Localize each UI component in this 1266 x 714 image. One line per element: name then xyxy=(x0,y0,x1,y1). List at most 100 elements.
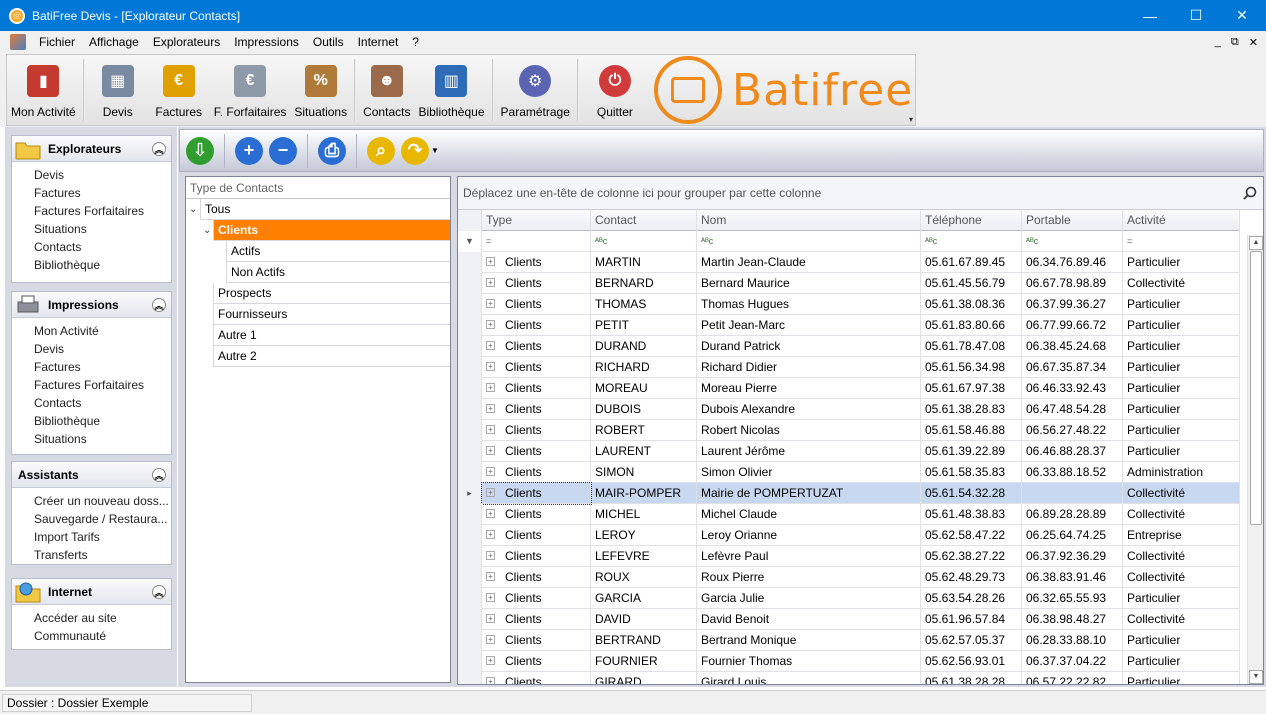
cell-type[interactable]: + Clients xyxy=(482,609,591,630)
cell-telephone[interactable]: 05.61.56.34.98 xyxy=(921,357,1022,378)
cell-type[interactable]: + Clients xyxy=(482,420,591,441)
expand-row-icon[interactable]: + xyxy=(486,488,495,498)
table-row[interactable]: + Clients BERTRAND Bertrand Monique 05.62.57… xyxy=(458,630,1240,651)
tree-node-tous[interactable]: Tous xyxy=(200,199,450,220)
menu-explorateurs[interactable]: Explorateurs xyxy=(146,31,227,53)
cell-portable[interactable]: 06.34.76.89.46 xyxy=(1022,252,1123,273)
tree-node-prospects[interactable]: Prospects xyxy=(213,283,450,304)
cell-activite[interactable]: Particulier xyxy=(1123,252,1240,273)
cell-activite[interactable]: Administration xyxy=(1123,462,1240,483)
expand-row-icon[interactable]: + xyxy=(486,320,495,330)
table-row[interactable]: + Clients MOREAU Moreau Pierre 05.61.67.97.3… xyxy=(458,378,1240,399)
print-icon[interactable]: ⎙ xyxy=(318,136,346,165)
cell-type[interactable]: + Clients xyxy=(482,672,591,684)
cell-portable[interactable]: 06.56.27.48.22 xyxy=(1022,420,1123,441)
cell-portable[interactable]: 06.67.35.87.34 xyxy=(1022,357,1123,378)
cell-nom[interactable]: Richard Didier xyxy=(697,357,921,378)
cell-contact[interactable]: LEFEVRE xyxy=(591,546,697,567)
cell-nom[interactable]: Fournier Thomas xyxy=(697,651,921,672)
cell-nom[interactable]: Bernard Maurice xyxy=(697,273,921,294)
row-indicator[interactable]: ▸ xyxy=(458,483,482,504)
table-row[interactable]: + Clients DAVID David Benoit 05.61.96.57.84 0… xyxy=(458,609,1240,630)
cell-contact[interactable]: BERTRAND xyxy=(591,630,697,651)
cell-telephone[interactable]: 05.61.58.46.88 xyxy=(921,420,1022,441)
cell-activite[interactable]: Collectivité xyxy=(1123,273,1240,294)
column-header-nom[interactable]: Nom xyxy=(697,210,921,231)
expand-row-icon[interactable]: + xyxy=(486,614,495,624)
cell-portable[interactable]: 06.67.78.98.89 xyxy=(1022,273,1123,294)
filter-cell-contact[interactable]: ᴬᴮc xyxy=(591,231,697,252)
cell-telephone[interactable]: 05.61.58.35.83 xyxy=(921,462,1022,483)
row-indicator[interactable] xyxy=(458,336,482,357)
row-indicator[interactable] xyxy=(458,567,482,588)
toolbar-overflow-icon[interactable]: ▾ xyxy=(909,115,913,124)
cell-contact[interactable]: ROUX xyxy=(591,567,697,588)
cell-type[interactable]: + Clients xyxy=(482,399,591,420)
row-indicator[interactable] xyxy=(458,588,482,609)
table-row[interactable]: + Clients ROUX Roux Pierre 05.62.48.29.73 06.… xyxy=(458,567,1240,588)
cell-nom[interactable]: Garcia Julie xyxy=(697,588,921,609)
cell-portable[interactable]: 06.37.99.36.27 xyxy=(1022,294,1123,315)
group-assistants-header[interactable]: Assistants ︽ xyxy=(12,462,171,488)
cell-activite[interactable]: Particulier xyxy=(1123,630,1240,651)
cell-nom[interactable]: Girard Louis xyxy=(697,672,921,684)
cell-nom[interactable]: Leroy Orianne xyxy=(697,525,921,546)
cell-nom[interactable]: Roux Pierre xyxy=(697,567,921,588)
table-row[interactable]: + Clients BERNARD Bernard Maurice 05.61.45.5… xyxy=(458,273,1240,294)
cell-contact[interactable]: PETIT xyxy=(591,315,697,336)
mdi-restore-button[interactable]: ⧉ xyxy=(1231,36,1239,49)
tree-node-autre-2[interactable]: Autre 2 xyxy=(213,346,450,367)
column-header-contact[interactable]: Contact xyxy=(591,210,697,231)
cell-nom[interactable]: Simon Olivier xyxy=(697,462,921,483)
cell-activite[interactable]: Particulier xyxy=(1123,315,1240,336)
row-indicator[interactable] xyxy=(458,378,482,399)
table-row[interactable]: + Clients DURAND Durand Patrick 05.61.78.47.… xyxy=(458,336,1240,357)
cell-type[interactable]: + Clients xyxy=(482,252,591,273)
scroll-thumb[interactable] xyxy=(1250,251,1262,525)
cell-nom[interactable]: Martin Jean-Claude xyxy=(697,252,921,273)
cell-contact[interactable]: MICHEL xyxy=(591,504,697,525)
row-indicator[interactable] xyxy=(458,294,482,315)
cell-telephone[interactable]: 05.61.67.97.38 xyxy=(921,378,1022,399)
print-factures[interactable]: Factures xyxy=(12,358,171,376)
expand-row-icon[interactable]: + xyxy=(486,635,495,645)
cell-portable[interactable]: 06.25.64.74.25 xyxy=(1022,525,1123,546)
expand-row-icon[interactable]: + xyxy=(486,362,495,372)
cell-activite[interactable]: Particulier xyxy=(1123,651,1240,672)
print-situations[interactable]: Situations xyxy=(12,430,171,448)
dropdown-arrow-icon[interactable]: ▼ xyxy=(431,146,439,155)
maximize-button[interactable]: ☐ xyxy=(1173,0,1219,31)
cell-contact[interactable]: MOREAU xyxy=(591,378,697,399)
expand-row-icon[interactable]: + xyxy=(486,446,495,456)
nav-contacts[interactable]: Contacts xyxy=(12,238,171,256)
cell-activite[interactable]: Collectivité xyxy=(1123,567,1240,588)
cell-activite[interactable]: Collectivité xyxy=(1123,546,1240,567)
cell-nom[interactable]: David Benoit xyxy=(697,609,921,630)
table-row[interactable]: + Clients SIMON Simon Olivier 05.61.58.35.83… xyxy=(458,462,1240,483)
nav-devis[interactable]: Devis xyxy=(12,166,171,184)
cell-nom[interactable]: Bertrand Monique xyxy=(697,630,921,651)
cell-type[interactable]: + Clients xyxy=(482,567,591,588)
cell-telephone[interactable]: 05.62.48.29.73 xyxy=(921,567,1022,588)
row-indicator[interactable] xyxy=(458,651,482,672)
print-factures-forfaitaires[interactable]: Factures Forfaitaires xyxy=(12,376,171,394)
download-icon[interactable]: ⇩ xyxy=(186,136,214,165)
row-indicator[interactable] xyxy=(458,441,482,462)
parametrage-button[interactable]: ⚙ Paramétrage xyxy=(497,55,574,125)
column-header-telephone[interactable]: Téléphone xyxy=(921,210,1022,231)
expand-row-icon[interactable]: + xyxy=(486,467,495,477)
cell-type[interactable]: + Clients xyxy=(482,294,591,315)
cell-activite[interactable]: Particulier xyxy=(1123,399,1240,420)
expand-row-icon[interactable]: + xyxy=(486,509,495,519)
mdi-minimize-button[interactable]: _ xyxy=(1215,36,1221,48)
filter-cell-activite[interactable]: = xyxy=(1123,231,1240,252)
row-indicator[interactable] xyxy=(458,525,482,546)
cell-type[interactable]: + Clients xyxy=(482,588,591,609)
cell-activite[interactable]: Collectivité xyxy=(1123,609,1240,630)
tree-node-actifs[interactable]: Actifs xyxy=(226,241,450,262)
cell-nom[interactable]: Dubois Alexandre xyxy=(697,399,921,420)
assistant-import-tarifs[interactable]: Import Tarifs xyxy=(12,528,171,546)
menu-internet[interactable]: Internet xyxy=(351,31,406,53)
remove-icon[interactable]: − xyxy=(269,136,297,165)
preview-icon[interactable]: ⌕ xyxy=(367,136,395,165)
